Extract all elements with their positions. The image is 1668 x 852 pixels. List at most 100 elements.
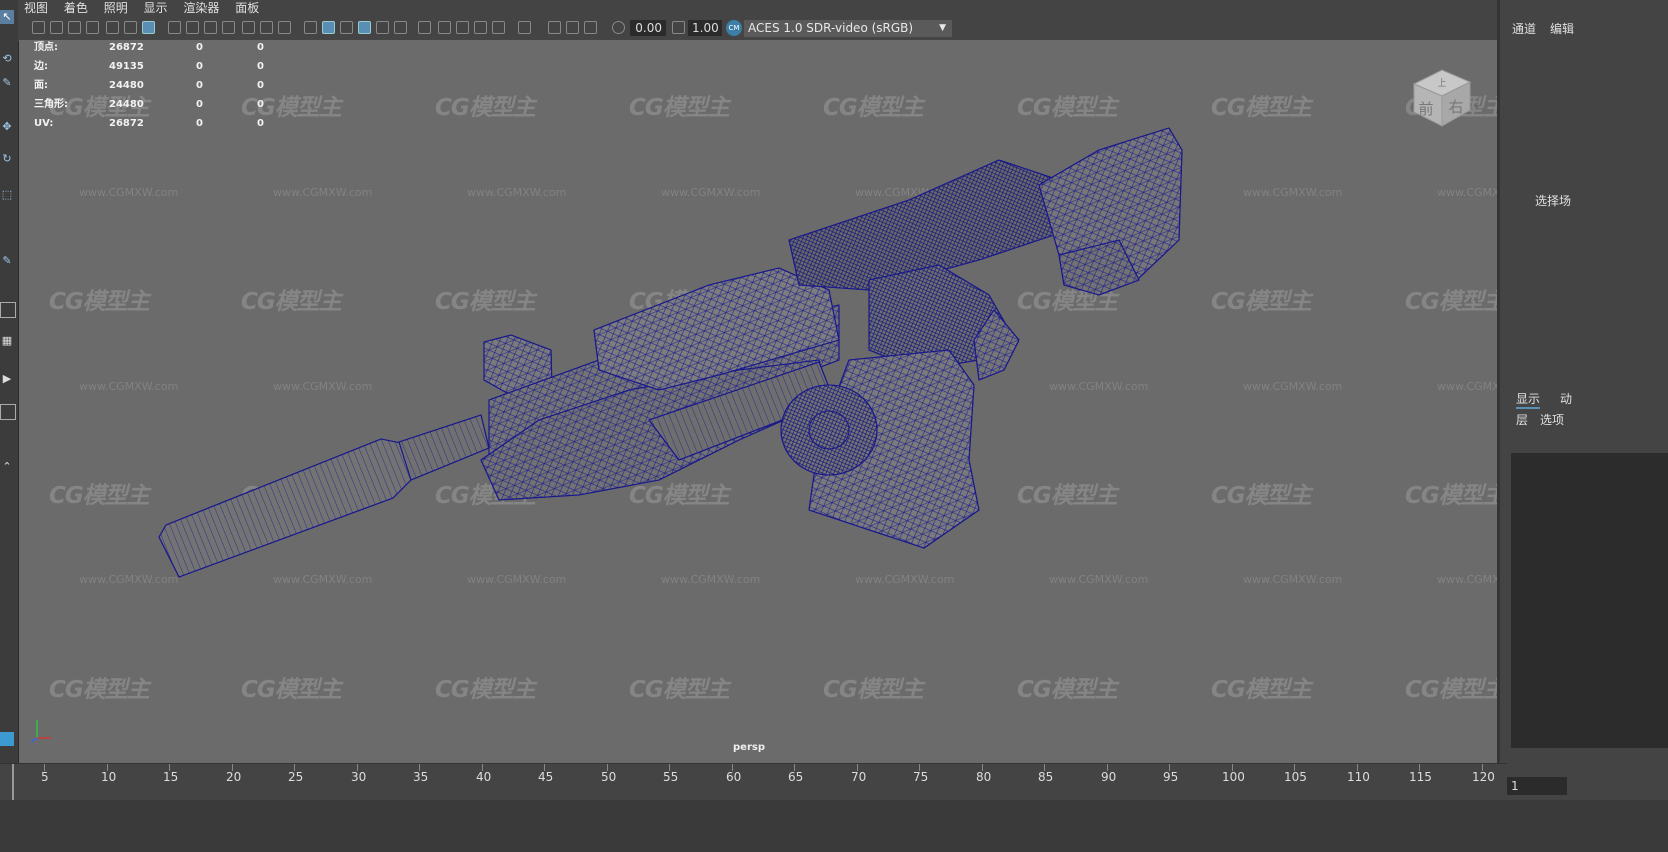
options-menu[interactable]: 选项 xyxy=(1540,411,1564,428)
range-slider[interactable] xyxy=(0,800,1668,852)
timeline-tick-label: 15 xyxy=(163,770,179,784)
timeline-tick-label: 75 xyxy=(913,770,929,784)
custom-layout-icon[interactable] xyxy=(0,404,16,420)
tab-channels[interactable]: 通道 xyxy=(1512,20,1536,37)
use-all-lights-icon[interactable] xyxy=(394,21,407,34)
timeline-tick-label: 35 xyxy=(413,770,429,784)
last-tool-icon[interactable]: ✎ xyxy=(0,254,14,268)
viewport-persp[interactable]: CG模型主 CG模型主 CG模型主 CG模型主 CG模型主 CG模型主 CG模型… xyxy=(19,40,1497,763)
tool-expand-icon[interactable]: ⌃ xyxy=(0,460,14,474)
tab-edit[interactable]: 编辑 xyxy=(1550,20,1574,37)
select-tool-icon[interactable]: ↖ xyxy=(0,10,14,24)
hud-value: 0 xyxy=(257,99,264,110)
hud-row-vertices: 顶点: 26872 0 0 xyxy=(34,40,294,57)
tab-display-layers[interactable]: 显示 xyxy=(1516,390,1541,409)
resolution-gate-icon[interactable] xyxy=(204,21,217,34)
field-chart-icon[interactable] xyxy=(242,21,255,34)
paint-select-tool-icon[interactable]: ✎ xyxy=(0,76,14,90)
current-frame-field[interactable]: 1 xyxy=(1507,777,1567,795)
depth-of-field-icon[interactable] xyxy=(492,21,505,34)
hud-value: 0 xyxy=(257,61,264,72)
hud-label: 边: xyxy=(34,61,48,72)
rotate-tool-icon[interactable]: ↻ xyxy=(0,152,14,166)
camera-select-icon[interactable] xyxy=(32,21,45,34)
timeline-tick-label: 70 xyxy=(851,770,867,784)
layers-menu[interactable]: 层 xyxy=(1516,411,1528,428)
gamma-field[interactable]: 1.00 xyxy=(688,20,722,36)
select-object-hint: 选择场 xyxy=(1535,194,1572,208)
safe-title-icon[interactable] xyxy=(278,21,291,34)
gamma-icon[interactable] xyxy=(672,21,685,34)
tool-box: ↖ ⟲ ✎ ✥ ↻ ⬚ ✎ ▦ ▶ ⌃ xyxy=(0,0,19,800)
timeline-tick-label: 110 xyxy=(1347,770,1370,784)
hud-label: 三角形: xyxy=(34,99,68,110)
menu-renderer[interactable]: 渲染器 xyxy=(177,0,225,17)
layer-list[interactable] xyxy=(1511,453,1668,748)
grease-pencil-icon[interactable] xyxy=(106,21,119,34)
film-gate-icon[interactable] xyxy=(186,21,199,34)
four-view-layout-icon[interactable]: ▦ xyxy=(0,334,14,348)
axis-gizmo-icon xyxy=(30,720,51,743)
grease-pencil-active-icon[interactable] xyxy=(142,21,155,34)
menu-lighting[interactable]: 照明 xyxy=(98,0,134,17)
hud-value: 26872 xyxy=(109,118,144,129)
move-tool-icon[interactable]: ✥ xyxy=(0,120,14,134)
wireframe-gun-model[interactable] xyxy=(19,40,1497,763)
script-editor-icon[interactable] xyxy=(0,732,14,746)
xray-active-components-icon[interactable] xyxy=(566,21,579,34)
menu-shading[interactable]: 着色 xyxy=(58,0,94,17)
chevron-down-icon: ▼ xyxy=(939,23,946,33)
timeline-tick-label: 115 xyxy=(1409,770,1432,784)
xray-icon[interactable] xyxy=(376,21,389,34)
scale-tool-icon[interactable]: ⬚ xyxy=(0,188,14,202)
viewcube-front-face[interactable]: 前 xyxy=(1418,100,1433,118)
viewcube-right-face[interactable]: 右 xyxy=(1448,98,1463,116)
two-d-pan-icon[interactable] xyxy=(124,21,137,34)
hud-value: 0 xyxy=(196,99,203,110)
isolate-select-icon[interactable] xyxy=(518,21,531,34)
single-view-layout-icon[interactable] xyxy=(0,302,16,318)
safe-action-icon[interactable] xyxy=(260,21,273,34)
timeline-tick-label: 20 xyxy=(226,770,242,784)
color-management-icon[interactable]: CM xyxy=(726,20,742,36)
timeline-tick-label: 65 xyxy=(788,770,804,784)
hud-label: 顶点: xyxy=(34,42,58,53)
default-material-icon[interactable] xyxy=(340,21,353,34)
view-transform-dropdown[interactable]: ACES 1.0 SDR-video (sRGB) ▼ xyxy=(744,20,952,37)
gate-mask-icon[interactable] xyxy=(222,21,235,34)
xray-joints-icon[interactable] xyxy=(548,21,561,34)
viewcube-top-face[interactable]: 上 xyxy=(1437,78,1446,89)
panel-menu-bar: 视图 着色 照明 显示 渲染器 面板 xyxy=(18,0,1596,17)
multisample-aa-icon[interactable] xyxy=(474,21,487,34)
smooth-shade-icon[interactable] xyxy=(322,21,335,34)
hud-value: 0 xyxy=(257,80,264,91)
hud-value: 0 xyxy=(196,80,203,91)
outliner-layout-icon[interactable]: ▶ xyxy=(0,372,14,386)
shadows-icon[interactable] xyxy=(418,21,431,34)
time-slider[interactable]: 5 10 15 20 25 30 35 40 45 50 55 60 65 70… xyxy=(0,763,1507,801)
tab-anim-layers[interactable]: 动 xyxy=(1560,390,1572,407)
hud-row-faces: 面: 24480 0 0 xyxy=(34,76,294,95)
screen-space-ao-icon[interactable] xyxy=(438,21,451,34)
viewcube-icon[interactable]: 上 前 右 xyxy=(1410,66,1474,130)
menu-view[interactable]: 视图 xyxy=(18,0,54,17)
camera-attributes-icon[interactable] xyxy=(50,21,63,34)
wireframe-icon[interactable] xyxy=(304,21,317,34)
lasso-tool-icon[interactable]: ⟲ xyxy=(0,52,14,66)
hud-value: 0 xyxy=(257,42,264,53)
timeline-tick-label: 60 xyxy=(726,770,742,784)
menu-panels[interactable]: 面板 xyxy=(229,0,265,17)
exposure-icon[interactable] xyxy=(612,21,625,34)
menu-show[interactable]: 显示 xyxy=(138,0,174,17)
motion-blur-icon[interactable] xyxy=(456,21,469,34)
wireframe-on-shaded-icon[interactable] xyxy=(358,21,371,34)
image-plane-icon[interactable] xyxy=(86,21,99,34)
hud-value: 0 xyxy=(196,61,203,72)
bookmark-icon[interactable] xyxy=(68,21,81,34)
channel-box-panel: 通道 编辑 选择场 显示 动 层 选项 xyxy=(1497,0,1668,800)
grid-icon[interactable] xyxy=(168,21,181,34)
timeline-tick-label: 85 xyxy=(1038,770,1054,784)
timeline-tick-label: 95 xyxy=(1163,770,1179,784)
exposure-field[interactable]: 0.00 xyxy=(630,20,666,36)
backface-culling-icon[interactable] xyxy=(584,21,597,34)
